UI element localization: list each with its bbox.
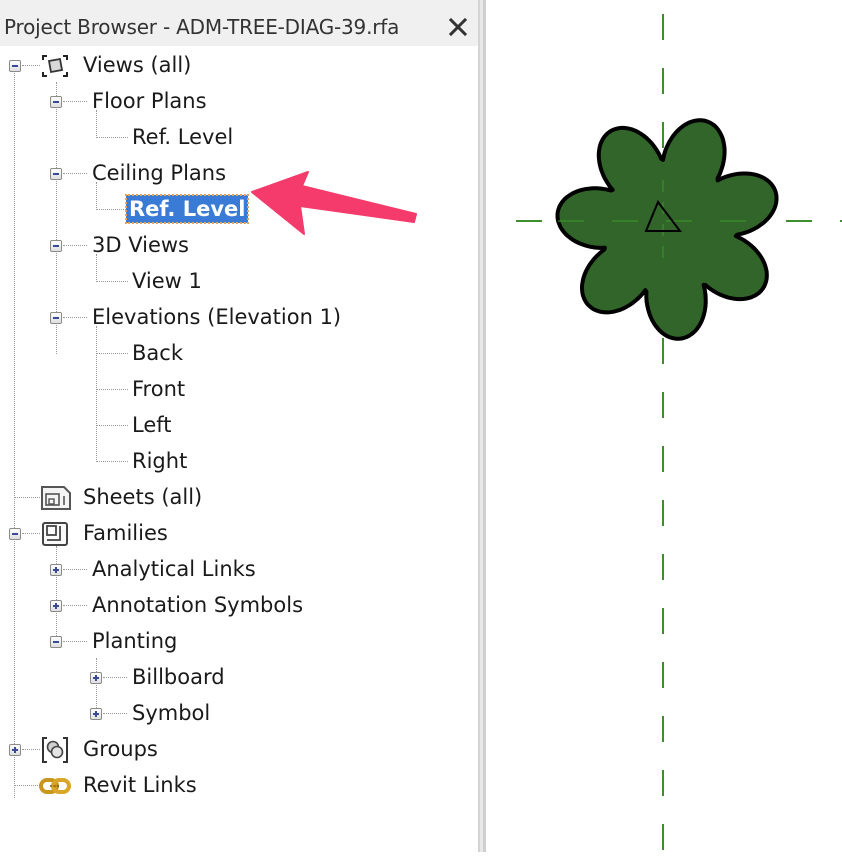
tree-item-planting[interactable]: Planting [0, 624, 300, 658]
tree-line [14, 785, 40, 786]
expand-toggle[interactable] [50, 564, 62, 576]
tree-item-views-all[interactable]: Views (all) [0, 48, 300, 82]
tree-line [96, 353, 128, 354]
expand-toggle[interactable] [50, 600, 62, 612]
tree-label: Analytical Links [92, 557, 256, 581]
tree-item-right[interactable]: Right [0, 444, 300, 478]
close-button[interactable] [444, 12, 472, 42]
collapse-toggle[interactable] [9, 528, 21, 540]
tree-label: Back [132, 341, 183, 365]
tree-line [63, 605, 87, 606]
tree-label: Ceiling Plans [92, 161, 227, 185]
tree-line [96, 281, 128, 282]
panel-splitter[interactable] [478, 0, 486, 852]
tree-item-left[interactable]: Left [0, 408, 300, 442]
tree-item-billboard[interactable]: Billboard [0, 660, 300, 694]
project-browser-panel: Project Browser - ADM-TREE-DIAG-39.rfa V… [0, 0, 478, 852]
drawing-canvas[interactable] [486, 0, 842, 852]
browser-title-bar[interactable]: Project Browser - ADM-TREE-DIAG-39.rfa [0, 8, 478, 46]
collapse-toggle[interactable] [50, 636, 62, 648]
tree-item-symbol[interactable]: Symbol [0, 696, 300, 730]
tree-line [14, 497, 40, 498]
tree-label: Elevations (Elevation 1) [92, 305, 342, 329]
tree-label: Front [132, 377, 186, 401]
tree-label: Ref. Level [132, 125, 234, 149]
tree-line [96, 425, 128, 426]
tree-item-families[interactable]: Families [0, 516, 300, 550]
tree-line [96, 209, 126, 210]
tree-line [103, 677, 127, 678]
tree-label: Billboard [132, 665, 225, 689]
tree-label: 3D Views [92, 233, 189, 257]
tree-line [22, 749, 40, 750]
tree-item-back[interactable]: Back [0, 336, 300, 370]
tree-label: Planting [92, 629, 178, 653]
collapse-toggle[interactable] [9, 60, 21, 72]
revit-links-icon [39, 778, 71, 794]
tree-line [22, 533, 40, 534]
tree-label: Annotation Symbols [92, 593, 304, 617]
tree-item-view-1[interactable]: View 1 [0, 264, 300, 298]
families-icon [42, 522, 68, 546]
browser-title: Project Browser - ADM-TREE-DIAG-39.rfa [4, 15, 400, 39]
tree-line [63, 245, 87, 246]
tree-line [103, 713, 127, 714]
selected-tree-label: Ref. Level [124, 194, 250, 224]
tree-label: Revit Links [83, 773, 197, 797]
collapse-toggle[interactable] [50, 240, 62, 252]
tree-line [22, 65, 40, 66]
groups-icon [42, 737, 68, 763]
canvas-drawing [514, 14, 842, 852]
tree-line [96, 137, 128, 138]
close-icon [448, 17, 468, 37]
project-tree: Views (all) Floor Plans Ref. Level Ceili… [0, 46, 470, 852]
tree-line [96, 461, 128, 462]
collapse-toggle[interactable] [50, 312, 62, 324]
tree-line [63, 101, 87, 102]
tree-item-sheets-all[interactable]: Sheets (all) [0, 480, 300, 514]
tree-line [63, 569, 87, 570]
tree-label: Views (all) [83, 53, 192, 77]
tree-item-elevations[interactable]: Elevations (Elevation 1) [0, 300, 360, 334]
tree-item-front[interactable]: Front [0, 372, 300, 406]
tree-item-revit-links[interactable]: Revit Links [0, 768, 300, 802]
tree-line [63, 173, 87, 174]
annotation-arrow-icon [251, 171, 417, 235]
tree-item-groups[interactable]: Groups [0, 732, 300, 766]
tree-item-floor-plans[interactable]: Floor Plans [0, 84, 300, 118]
tree-line [63, 641, 87, 642]
tree-label: Left [132, 413, 172, 437]
tree-item-annotation-symbols[interactable]: Annotation Symbols [0, 588, 320, 622]
views-icon [42, 55, 68, 77]
collapse-toggle[interactable] [50, 168, 62, 180]
collapse-toggle[interactable] [50, 96, 62, 108]
tree-item-floor-plans-ref-level[interactable]: Ref. Level [0, 120, 300, 154]
tree-label: Symbol [132, 701, 211, 725]
tree-symbol[interactable] [555, 118, 779, 341]
sheets-icon [41, 486, 71, 510]
tree-label: Sheets (all) [83, 485, 203, 509]
tree-label: Groups [83, 737, 158, 761]
expand-toggle[interactable] [90, 708, 102, 720]
expand-toggle[interactable] [9, 744, 21, 756]
tree-label: View 1 [132, 269, 202, 293]
tree-item-analytical-links[interactable]: Analytical Links [0, 552, 300, 586]
tree-label: Families [83, 521, 168, 545]
tree-line [96, 389, 128, 390]
tree-line [63, 317, 87, 318]
expand-toggle[interactable] [90, 672, 102, 684]
tree-label: Floor Plans [92, 89, 207, 113]
tree-label: Right [132, 449, 188, 473]
